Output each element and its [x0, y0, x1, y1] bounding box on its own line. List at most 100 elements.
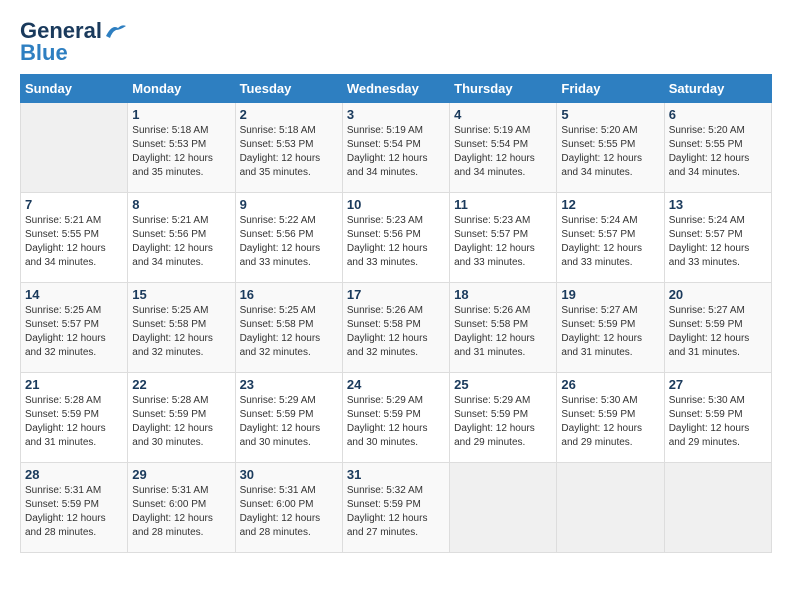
logo: General Blue — [20, 20, 126, 64]
day-number: 26 — [561, 377, 659, 392]
day-number: 27 — [669, 377, 767, 392]
day-number: 9 — [240, 197, 338, 212]
calendar-cell — [450, 463, 557, 553]
day-info: Sunrise: 5:18 AM Sunset: 5:53 PM Dayligh… — [240, 124, 338, 180]
day-info: Sunrise: 5:31 AM Sunset: 5:59 PM Dayligh… — [25, 484, 123, 540]
calendar-header-row: SundayMondayTuesdayWednesdayThursdayFrid… — [21, 75, 772, 103]
day-number: 8 — [132, 197, 230, 212]
day-number: 18 — [454, 287, 552, 302]
day-info: Sunrise: 5:27 AM Sunset: 5:59 PM Dayligh… — [669, 304, 767, 360]
day-number: 25 — [454, 377, 552, 392]
day-number: 2 — [240, 107, 338, 122]
day-number: 7 — [25, 197, 123, 212]
column-header-monday: Monday — [128, 75, 235, 103]
calendar-cell: 29 Sunrise: 5:31 AM Sunset: 6:00 PM Dayli… — [128, 463, 235, 553]
day-info: Sunrise: 5:18 AM Sunset: 5:53 PM Dayligh… — [132, 124, 230, 180]
day-number: 3 — [347, 107, 445, 122]
calendar-cell: 25 Sunrise: 5:29 AM Sunset: 5:59 PM Dayli… — [450, 373, 557, 463]
day-number: 22 — [132, 377, 230, 392]
column-header-friday: Friday — [557, 75, 664, 103]
calendar-week-row: 7 Sunrise: 5:21 AM Sunset: 5:55 PM Daylig… — [21, 193, 772, 283]
day-info: Sunrise: 5:30 AM Sunset: 5:59 PM Dayligh… — [669, 394, 767, 450]
day-info: Sunrise: 5:21 AM Sunset: 5:55 PM Dayligh… — [25, 214, 123, 270]
day-number: 5 — [561, 107, 659, 122]
calendar-cell: 24 Sunrise: 5:29 AM Sunset: 5:59 PM Dayli… — [342, 373, 449, 463]
day-info: Sunrise: 5:27 AM Sunset: 5:59 PM Dayligh… — [561, 304, 659, 360]
page-header: General Blue — [20, 20, 772, 64]
day-number: 29 — [132, 467, 230, 482]
day-info: Sunrise: 5:26 AM Sunset: 5:58 PM Dayligh… — [347, 304, 445, 360]
calendar-table: SundayMondayTuesdayWednesdayThursdayFrid… — [20, 74, 772, 553]
day-number: 13 — [669, 197, 767, 212]
day-info: Sunrise: 5:19 AM Sunset: 5:54 PM Dayligh… — [347, 124, 445, 180]
calendar-cell: 4 Sunrise: 5:19 AM Sunset: 5:54 PM Daylig… — [450, 103, 557, 193]
calendar-cell: 1 Sunrise: 5:18 AM Sunset: 5:53 PM Daylig… — [128, 103, 235, 193]
calendar-cell: 10Sunrise: 5:23 AM Sunset: 5:56 PM Dayli… — [342, 193, 449, 283]
day-info: Sunrise: 5:19 AM Sunset: 5:54 PM Dayligh… — [454, 124, 552, 180]
logo-bird-icon — [104, 22, 126, 40]
calendar-cell: 15Sunrise: 5:25 AM Sunset: 5:58 PM Dayli… — [128, 283, 235, 373]
day-number: 6 — [669, 107, 767, 122]
day-number: 31 — [347, 467, 445, 482]
day-number: 28 — [25, 467, 123, 482]
day-number: 17 — [347, 287, 445, 302]
calendar-cell: 17 Sunrise: 5:26 AM Sunset: 5:58 PM Dayli… — [342, 283, 449, 373]
day-info: Sunrise: 5:25 AM Sunset: 5:58 PM Dayligh… — [240, 304, 338, 360]
column-header-wednesday: Wednesday — [342, 75, 449, 103]
calendar-cell: 18Sunrise: 5:26 AM Sunset: 5:58 PM Dayli… — [450, 283, 557, 373]
calendar-cell: 7 Sunrise: 5:21 AM Sunset: 5:55 PM Daylig… — [21, 193, 128, 283]
day-info: Sunrise: 5:21 AM Sunset: 5:56 PM Dayligh… — [132, 214, 230, 270]
day-number: 1 — [132, 107, 230, 122]
calendar-cell: 3 Sunrise: 5:19 AM Sunset: 5:54 PM Daylig… — [342, 103, 449, 193]
day-number: 11 — [454, 197, 552, 212]
calendar-cell: 5Sunrise: 5:20 AM Sunset: 5:55 PM Daylig… — [557, 103, 664, 193]
calendar-cell: 21Sunrise: 5:28 AM Sunset: 5:59 PM Dayli… — [21, 373, 128, 463]
calendar-cell: 22 Sunrise: 5:28 AM Sunset: 5:59 PM Dayli… — [128, 373, 235, 463]
calendar-cell: 26 Sunrise: 5:30 AM Sunset: 5:59 PM Dayli… — [557, 373, 664, 463]
day-info: Sunrise: 5:31 AM Sunset: 6:00 PM Dayligh… — [132, 484, 230, 540]
day-info: Sunrise: 5:29 AM Sunset: 5:59 PM Dayligh… — [240, 394, 338, 450]
day-info: Sunrise: 5:32 AM Sunset: 5:59 PM Dayligh… — [347, 484, 445, 540]
day-number: 12 — [561, 197, 659, 212]
day-number: 14 — [25, 287, 123, 302]
calendar-week-row: 14 Sunrise: 5:25 AM Sunset: 5:57 PM Dayli… — [21, 283, 772, 373]
day-info: Sunrise: 5:25 AM Sunset: 5:57 PM Dayligh… — [25, 304, 123, 360]
logo-text: General — [20, 20, 102, 42]
column-header-tuesday: Tuesday — [235, 75, 342, 103]
day-number: 4 — [454, 107, 552, 122]
calendar-cell: 13Sunrise: 5:24 AM Sunset: 5:57 PM Dayli… — [664, 193, 771, 283]
day-info: Sunrise: 5:23 AM Sunset: 5:56 PM Dayligh… — [347, 214, 445, 270]
calendar-cell: 28 Sunrise: 5:31 AM Sunset: 5:59 PM Dayli… — [21, 463, 128, 553]
calendar-week-row: 1 Sunrise: 5:18 AM Sunset: 5:53 PM Daylig… — [21, 103, 772, 193]
calendar-cell: 27 Sunrise: 5:30 AM Sunset: 5:59 PM Dayli… — [664, 373, 771, 463]
calendar-cell: 19Sunrise: 5:27 AM Sunset: 5:59 PM Dayli… — [557, 283, 664, 373]
column-header-saturday: Saturday — [664, 75, 771, 103]
calendar-week-row: 28 Sunrise: 5:31 AM Sunset: 5:59 PM Dayli… — [21, 463, 772, 553]
calendar-cell: 20Sunrise: 5:27 AM Sunset: 5:59 PM Dayli… — [664, 283, 771, 373]
calendar-cell: 14 Sunrise: 5:25 AM Sunset: 5:57 PM Dayli… — [21, 283, 128, 373]
calendar-cell: 30 Sunrise: 5:31 AM Sunset: 6:00 PM Dayli… — [235, 463, 342, 553]
day-number: 30 — [240, 467, 338, 482]
calendar-cell — [664, 463, 771, 553]
calendar-cell — [557, 463, 664, 553]
day-info: Sunrise: 5:23 AM Sunset: 5:57 PM Dayligh… — [454, 214, 552, 270]
day-info: Sunrise: 5:29 AM Sunset: 5:59 PM Dayligh… — [454, 394, 552, 450]
day-info: Sunrise: 5:22 AM Sunset: 5:56 PM Dayligh… — [240, 214, 338, 270]
calendar-cell: 31 Sunrise: 5:32 AM Sunset: 5:59 PM Dayli… — [342, 463, 449, 553]
day-info: Sunrise: 5:28 AM Sunset: 5:59 PM Dayligh… — [132, 394, 230, 450]
day-info: Sunrise: 5:31 AM Sunset: 6:00 PM Dayligh… — [240, 484, 338, 540]
day-info: Sunrise: 5:24 AM Sunset: 5:57 PM Dayligh… — [561, 214, 659, 270]
day-number: 24 — [347, 377, 445, 392]
day-number: 21 — [25, 377, 123, 392]
day-number: 23 — [240, 377, 338, 392]
day-info: Sunrise: 5:29 AM Sunset: 5:59 PM Dayligh… — [347, 394, 445, 450]
day-info: Sunrise: 5:30 AM Sunset: 5:59 PM Dayligh… — [561, 394, 659, 450]
calendar-cell: 2 Sunrise: 5:18 AM Sunset: 5:53 PM Daylig… — [235, 103, 342, 193]
column-header-sunday: Sunday — [21, 75, 128, 103]
calendar-week-row: 21 Sunrise: 5:28 AM Sunset: 5:59 PM Dayli… — [21, 373, 772, 463]
logo-blue-text: Blue — [20, 42, 68, 64]
calendar-cell: 6Sunrise: 5:20 AM Sunset: 5:55 PM Daylig… — [664, 103, 771, 193]
calendar-cell: 12 Sunrise: 5:24 AM Sunset: 5:57 PM Dayli… — [557, 193, 664, 283]
calendar-cell: 9 Sunrise: 5:22 AM Sunset: 5:56 PM Daylig… — [235, 193, 342, 283]
column-header-thursday: Thursday — [450, 75, 557, 103]
